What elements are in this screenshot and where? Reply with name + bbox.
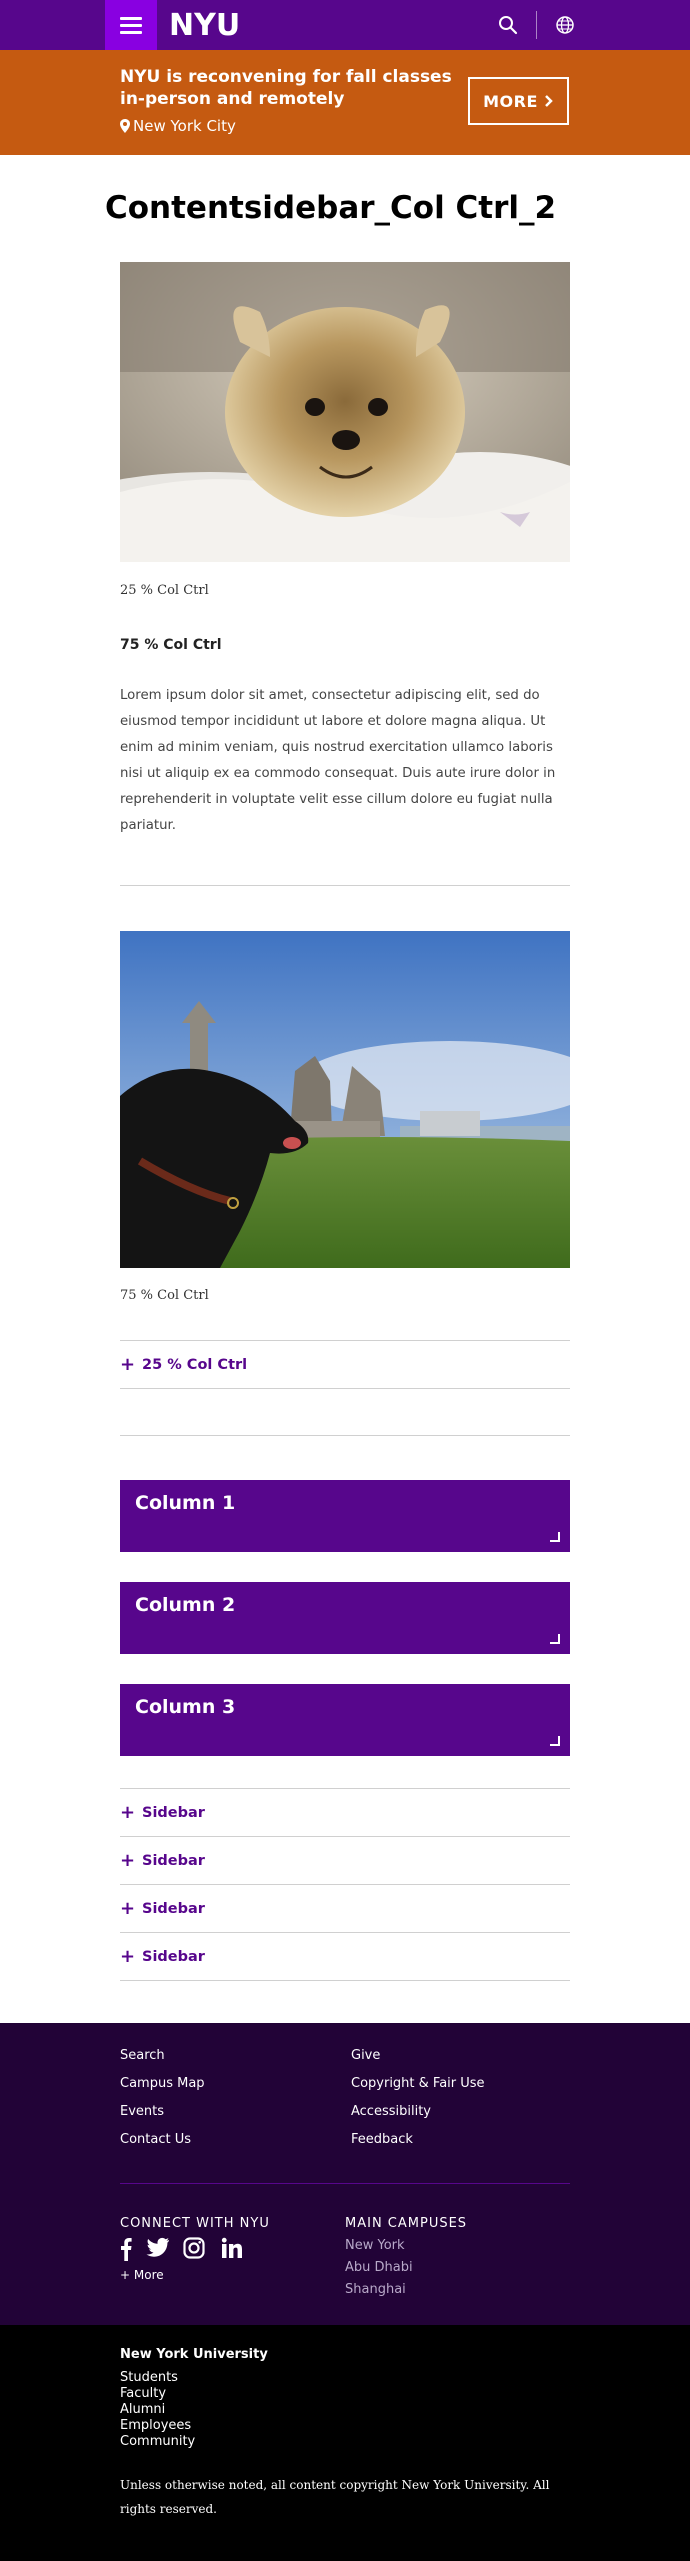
footer-link-students[interactable]: Students xyxy=(120,2370,178,2385)
black-dog-image xyxy=(120,931,570,1268)
footer-link-accessibility[interactable]: Accessibility xyxy=(351,2104,431,2119)
terrier-dog-image xyxy=(120,262,570,562)
footer-links-section: Search Campus Map Events Contact Us Give… xyxy=(0,2023,690,2325)
social-more-link[interactable]: + More xyxy=(120,2268,164,2282)
page-title: Contentsidebar_Col Ctrl_2 xyxy=(105,190,557,226)
column-1-label: Column 1 xyxy=(135,1492,236,1514)
plus-icon: + xyxy=(120,1850,136,1871)
plus-icon: + xyxy=(120,1354,136,1375)
footer-link-search[interactable]: Search xyxy=(120,2048,165,2063)
corner-arrow-icon xyxy=(550,1634,560,1644)
footer-link-events[interactable]: Events xyxy=(120,2104,164,2119)
top-navigation-bar: NYU xyxy=(0,0,690,50)
alert-more-button[interactable]: MORE xyxy=(468,77,569,125)
lorem-paragraph: Lorem ipsum dolor sit amet, consectetur … xyxy=(120,688,556,833)
column-1-card[interactable]: Column 1 xyxy=(120,1480,570,1552)
campuses-heading: MAIN CAMPUSES xyxy=(345,2216,468,2231)
footer-link-faculty[interactable]: Faculty xyxy=(120,2386,166,2401)
footer-link-campus-map[interactable]: Campus Map xyxy=(120,2076,205,2091)
chevron-right-icon xyxy=(545,95,553,107)
facebook-icon[interactable] xyxy=(120,2237,132,2261)
sidebar-label: Sidebar xyxy=(142,1852,205,1869)
instagram-icon[interactable] xyxy=(183,2237,205,2259)
footer-link-alumni[interactable]: Alumni xyxy=(120,2402,165,2417)
sidebar-accordion-4[interactable]: + Sidebar xyxy=(120,1933,570,1981)
linkedin-icon[interactable] xyxy=(221,2237,243,2259)
sidebar-accordion-3[interactable]: + Sidebar xyxy=(120,1885,570,1933)
alert-more-label: MORE xyxy=(483,91,538,111)
campus-new-york[interactable]: New York xyxy=(345,2238,405,2253)
copyright-text: Unless otherwise noted, all content copy… xyxy=(120,2478,550,2516)
language-button[interactable] xyxy=(545,0,585,50)
alert-title: NYU is reconvening for fall classes in-p… xyxy=(120,67,452,109)
footer-link-employees[interactable]: Employees xyxy=(120,2418,191,2433)
map-pin-icon xyxy=(120,119,130,133)
globe-icon xyxy=(556,16,574,34)
footer-university-name: New York University xyxy=(120,2347,268,2362)
twitter-icon[interactable] xyxy=(146,2237,170,2259)
menu-button[interactable] xyxy=(105,0,157,50)
column-2-label: Column 2 xyxy=(135,1594,236,1616)
alert-location: New York City xyxy=(120,117,236,135)
column-3-card[interactable]: Column 3 xyxy=(120,1684,570,1756)
sidebar-label: Sidebar xyxy=(142,1804,205,1821)
corner-arrow-icon xyxy=(550,1736,560,1746)
footer-bottom-section: New York University Students Faculty Alu… xyxy=(0,2325,690,2561)
column-3-label: Column 3 xyxy=(135,1696,236,1718)
section-divider-1 xyxy=(120,885,570,886)
accordion-25-col-label: 25 % Col Ctrl xyxy=(142,1356,248,1373)
search-icon xyxy=(499,16,518,35)
footer-link-feedback[interactable]: Feedback xyxy=(351,2132,413,2147)
sidebar-accordion-2[interactable]: + Sidebar xyxy=(120,1837,570,1885)
footer-link-copyright[interactable]: Copyright & Fair Use xyxy=(351,2076,485,2091)
connect-heading: CONNECT WITH NYU xyxy=(120,2216,270,2231)
accordion-25-col[interactable]: + 25 % Col Ctrl xyxy=(120,1341,570,1389)
plus-icon: + xyxy=(120,1946,136,1967)
nyu-logo[interactable]: NYU xyxy=(169,8,240,43)
section-divider-2 xyxy=(120,1435,570,1436)
alert-banner: NYU is reconvening for fall classes in-p… xyxy=(0,50,690,155)
header-actions xyxy=(488,0,585,50)
footer-link-give[interactable]: Give xyxy=(351,2048,380,2063)
footer-link-community[interactable]: Community xyxy=(120,2434,195,2449)
footer-link-contact-us[interactable]: Contact Us xyxy=(120,2132,191,2147)
header-divider xyxy=(536,11,537,39)
alert-location-text: New York City xyxy=(133,117,236,135)
subheading-75-col: 75 % Col Ctrl xyxy=(120,637,222,653)
plus-icon: + xyxy=(120,1898,136,1919)
sidebar-label: Sidebar xyxy=(142,1948,205,1965)
page: NYU NYU is reconvening for fall classes … xyxy=(0,0,690,2561)
sidebar-accordion-1[interactable]: + Sidebar xyxy=(120,1789,570,1837)
sidebar-label: Sidebar xyxy=(142,1900,205,1917)
hamburger-icon xyxy=(120,13,142,38)
footer-divider xyxy=(120,2183,570,2184)
plus-icon: + xyxy=(120,1802,136,1823)
column-2-card[interactable]: Column 2 xyxy=(120,1582,570,1654)
search-button[interactable] xyxy=(488,0,528,50)
caption-75-col: 75 % Col Ctrl xyxy=(120,1288,209,1303)
campus-abu-dhabi[interactable]: Abu Dhabi xyxy=(345,2260,413,2275)
campus-shanghai[interactable]: Shanghai xyxy=(345,2282,406,2297)
corner-arrow-icon xyxy=(550,1532,560,1542)
caption-25-col: 25 % Col Ctrl xyxy=(120,583,209,598)
